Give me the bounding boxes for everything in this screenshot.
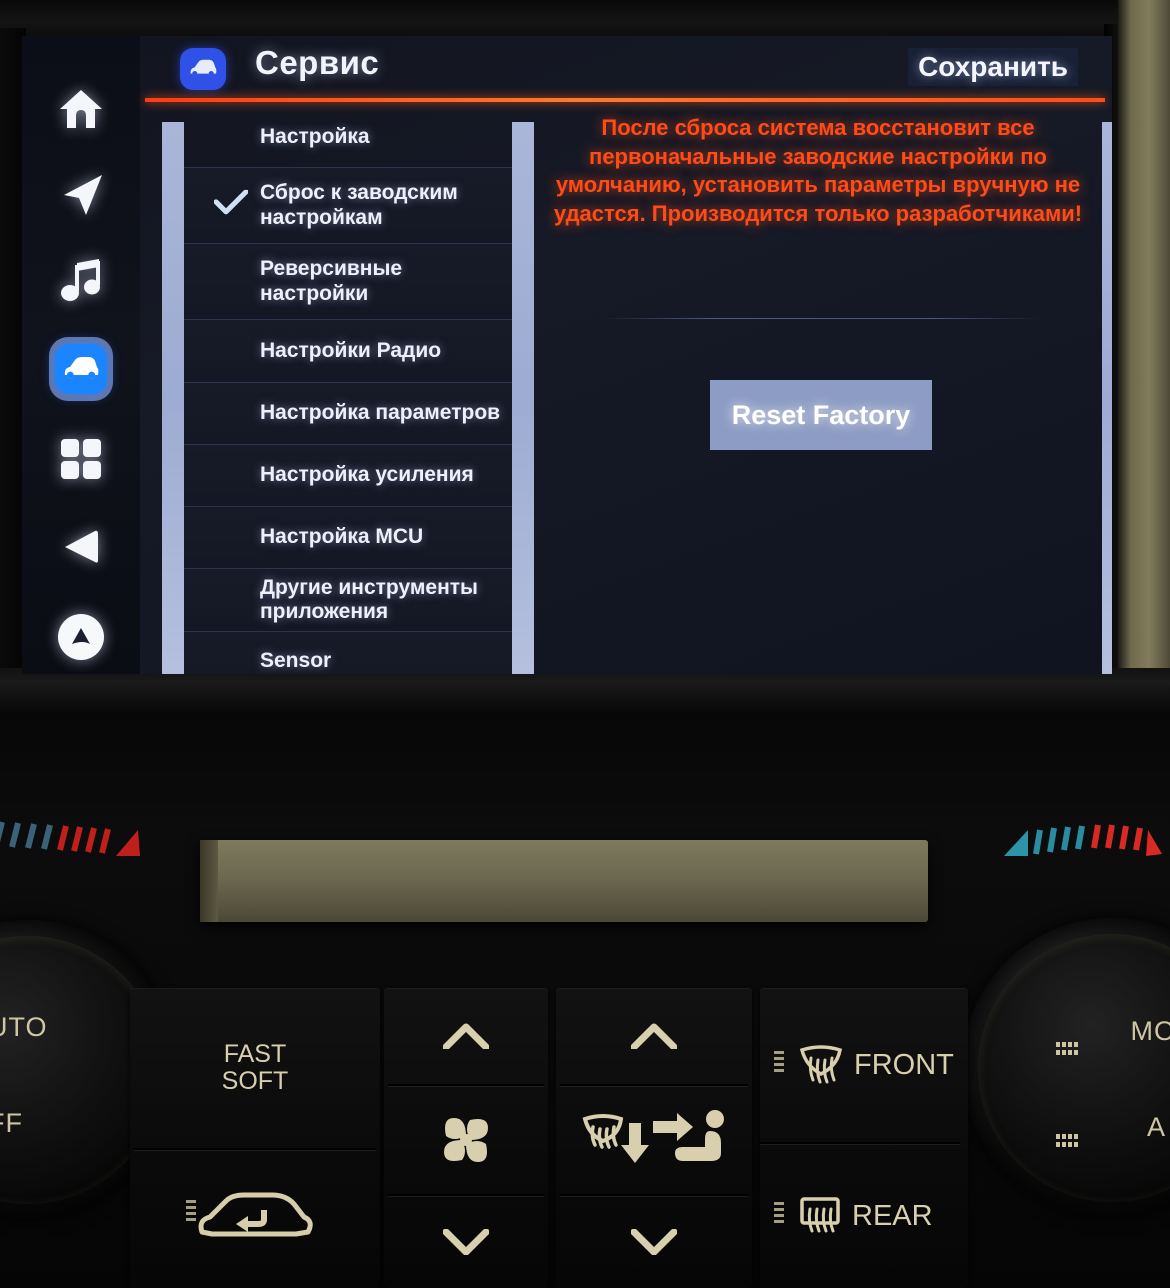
menu-item-label: Настройка параметров (260, 401, 501, 425)
car-service-icon (180, 48, 226, 90)
rear-defrost-rib-marks (774, 1202, 784, 1232)
head-unit-screen: Сервис Сохранить Настройка Сброс к заводс… (22, 36, 1112, 674)
menu-item-label: Реверсивные настройки (260, 257, 403, 305)
sidebar-item-back[interactable] (43, 510, 119, 584)
fast-soft-button[interactable]: FAST SOFT (130, 988, 380, 1148)
mode-rib-marks (1056, 1042, 1082, 1056)
grid-apps-icon (60, 438, 102, 480)
front-defrost-label: FRONT (854, 1049, 954, 1082)
menu-item-label: Настройки Радио (260, 338, 442, 362)
menu-item[interactable]: Настройка усиления (184, 445, 512, 507)
menu-item[interactable]: Настройки Радио (184, 320, 512, 383)
back-triangle-icon (63, 528, 99, 566)
airflow-down-button[interactable] (556, 1196, 752, 1288)
climate-control-console: UTO FF MO A (0, 712, 1170, 1288)
title-bar: Сервис Сохранить (140, 36, 1112, 98)
dashboard-photo: Сервис Сохранить Настройка Сброс к заводс… (0, 0, 1170, 1288)
save-button[interactable]: Сохранить (908, 48, 1078, 86)
menu-item-label: Сброс к заводским настройкам (260, 181, 458, 229)
menu-item[interactable]: Другие инструменты приложения (184, 569, 512, 632)
chevron-up-icon (631, 1023, 677, 1049)
recirculation-button[interactable] (130, 1150, 380, 1288)
screen-content: Сервис Сохранить Настройка Сброс к заводс… (140, 36, 1112, 674)
left-temperature-gauge (0, 816, 142, 858)
reset-warning-text: После сброса система восстановит все пер… (553, 115, 1083, 226)
sidebar-item-music[interactable] (43, 244, 119, 318)
fan-down-button[interactable] (384, 1196, 548, 1288)
chevron-down-icon (631, 1229, 677, 1255)
fast-soft-label: FAST SOFT (221, 1039, 289, 1095)
reset-factory-button[interactable]: Reset Factory (710, 380, 932, 450)
rear-defrost-button[interactable]: REAR (760, 1146, 968, 1288)
right-temperature-knob[interactable] (962, 918, 1170, 1218)
sidebar-item-home[interactable] (43, 72, 119, 146)
menu-item-label: Другие инструменты приложения (260, 575, 478, 623)
chevron-up-icon (443, 1023, 489, 1049)
music-note-icon (60, 259, 102, 303)
menu-item[interactable]: Реверсивные настройки (184, 244, 512, 320)
pane-divider (602, 318, 1042, 319)
check-icon (213, 188, 249, 221)
menu-item-label: Настройка MCU (260, 525, 424, 549)
scroll-indicator-left[interactable] (162, 122, 184, 674)
menu-item-label: Sensor (260, 649, 332, 673)
home-icon (59, 88, 103, 130)
airflow-mode-button[interactable] (556, 1086, 752, 1194)
menu-item[interactable]: Настройка параметров (184, 383, 512, 445)
chevron-down-icon (443, 1229, 489, 1255)
front-defrost-button[interactable]: FRONT (760, 988, 968, 1144)
menu-item[interactable]: Sensor (184, 632, 512, 674)
console-trim-cap (200, 840, 218, 922)
circle-home-icon (57, 613, 105, 661)
rear-defrost-icon (798, 1195, 842, 1239)
fan-icon (436, 1110, 496, 1170)
menu-item[interactable]: Сброс к заводским настройкам (184, 168, 512, 244)
defrost-divider (760, 1142, 960, 1144)
detail-pane: После сброса система восстановит все пер… (534, 102, 1102, 674)
defrost-feet-airflow-icon (579, 1109, 729, 1171)
auto-rib-marks (1056, 1134, 1082, 1148)
recirculation-car-icon (196, 1190, 314, 1248)
car-icon (62, 356, 100, 382)
menu-item[interactable]: Настройка MCU (184, 507, 512, 569)
auto-right-label: A (1146, 1112, 1166, 1142)
menu-item-label: Настройка (260, 125, 370, 149)
scroll-indicator-middle[interactable] (512, 122, 534, 674)
dash-trim-right (1118, 0, 1170, 690)
mode-label: MO (1130, 1016, 1170, 1046)
page-title: Сервис (255, 44, 380, 81)
screen-bezel-bottom (0, 668, 1170, 714)
navigation-arrow-icon (58, 173, 104, 217)
sidebar-item-navigation[interactable] (43, 158, 119, 232)
recirc-rib-marks (186, 1200, 196, 1230)
airflow-up-button[interactable] (556, 988, 752, 1084)
fan-up-button[interactable] (384, 988, 548, 1084)
front-defrost-icon (798, 1044, 844, 1088)
off-label: FF (0, 1108, 23, 1138)
menu-item-label: Настройка усиления (260, 463, 474, 487)
scroll-indicator-right[interactable] (1102, 122, 1112, 674)
sidebar-item-apps[interactable] (43, 422, 119, 496)
sidebar-rail (22, 36, 140, 674)
dash-top-bezel (0, 0, 1170, 40)
sidebar-item-vehicle[interactable] (43, 332, 119, 406)
menu-item[interactable]: Настройка (184, 108, 512, 168)
auto-label: UTO (0, 1012, 48, 1042)
settings-menu-list[interactable]: Настройка Сброс к заводским настройкам Рев… (184, 108, 512, 674)
front-defrost-rib-marks (774, 1051, 784, 1081)
right-temperature-gauge (1002, 816, 1162, 858)
sidebar-item-home-circle[interactable] (43, 600, 119, 674)
rear-defrost-label: REAR (852, 1200, 933, 1233)
console-trim-bar (200, 840, 928, 922)
fan-speed-button[interactable] (384, 1086, 548, 1194)
